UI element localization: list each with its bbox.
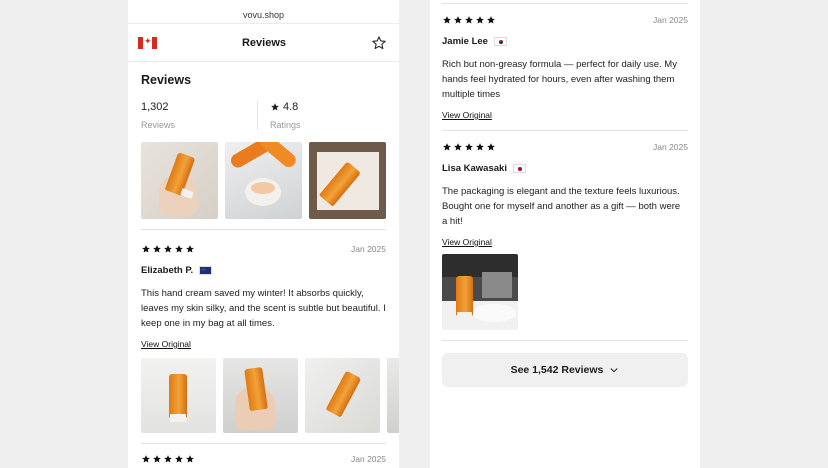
see-all-reviews-button[interactable]: See 1,542 Reviews [442, 353, 688, 387]
review-date: Jan 2025 [653, 15, 688, 25]
review-date: Jan 2025 [351, 244, 386, 254]
star-icon [476, 16, 484, 24]
star-icon [443, 16, 451, 24]
ca-flag-icon[interactable] [138, 36, 157, 49]
view-original-link[interactable]: View Original [442, 237, 688, 247]
review-card: Jan 2025 Elizabeth P. This hand cream sa… [141, 229, 399, 444]
star-icon [443, 143, 451, 151]
view-original-link[interactable]: View Original [141, 339, 386, 349]
star-icon [153, 245, 161, 253]
star-icon [454, 16, 462, 24]
rating-stat: 4.8 Ratings [257, 101, 386, 130]
star-icon [271, 103, 279, 111]
star-icon [454, 143, 462, 151]
hand-holding-tube-photo[interactable] [141, 142, 218, 219]
review-text: The packaging is elegant and the texture… [442, 186, 681, 227]
star-icon [153, 455, 161, 463]
review-count-label: Reviews [141, 120, 176, 130]
star-outline-icon[interactable] [371, 35, 387, 51]
review-date: Jan 2025 [351, 454, 386, 464]
view-original-link[interactable]: View Original [442, 110, 688, 130]
review-count: 1,302 [141, 101, 169, 113]
star-icon [175, 245, 183, 253]
page-title: Reviews [241, 36, 287, 49]
see-all-label: See 1,542 Reviews [510, 364, 604, 376]
star-icon [142, 455, 150, 463]
url-bar[interactable]: vovu.shop [128, 0, 399, 24]
review-photo[interactable] [442, 254, 518, 330]
star-rating [141, 244, 195, 254]
review-photo[interactable] [305, 358, 380, 433]
app-bar: Reviews [128, 24, 399, 62]
reviewer-name: Jamie Lee [442, 36, 488, 47]
au-flag-icon [199, 266, 213, 275]
star-icon [476, 143, 484, 151]
chevron-down-icon [610, 368, 618, 373]
star-icon [487, 143, 495, 151]
star-rating [442, 15, 496, 25]
jp-flag-icon [512, 164, 526, 173]
kr-flag-icon [493, 37, 507, 46]
section-title: Reviews [141, 73, 192, 87]
review-photo[interactable] [387, 358, 399, 433]
review-photo[interactable] [223, 358, 298, 433]
review-photo[interactable] [141, 358, 216, 433]
star-icon [487, 16, 495, 24]
review-photo-strip [141, 358, 399, 443]
rating-value: 4.8 [283, 101, 299, 113]
star-icon [186, 455, 194, 463]
star-icon [465, 143, 473, 151]
review-card: Jan 2025 [141, 444, 386, 464]
reviewer-name: Elizabeth P. [141, 265, 194, 276]
unboxing-photo[interactable] [309, 142, 386, 219]
star-icon [142, 245, 150, 253]
rating-label: Ratings [270, 120, 301, 130]
review-photo-strip [442, 254, 688, 340]
review-count-stat: 1,302 Reviews [141, 101, 257, 130]
star-rating [141, 454, 195, 464]
star-rating [442, 142, 496, 152]
carrots-and-cream-photo[interactable] [225, 142, 302, 219]
star-icon [186, 245, 194, 253]
review-text: This hand cream saved my winter! It abso… [141, 288, 386, 329]
review-card: Jan 2025 Lisa Kawasaki The packaging is … [442, 131, 688, 341]
review-card: Jan 2025 Jamie Lee Rich but non-greasy f… [442, 4, 688, 131]
summary-photo-strip [128, 130, 399, 219]
star-icon [465, 16, 473, 24]
review-date: Jan 2025 [653, 142, 688, 152]
review-text: Rich but non-greasy formula — perfect fo… [442, 59, 677, 100]
star-icon [175, 455, 183, 463]
review-stats: 1,302 Reviews 4.8 Ratings [141, 101, 386, 130]
reviews-screen-left: vovu.shop Reviews Reviews 1,302 Reviews … [128, 0, 399, 468]
star-icon [164, 245, 172, 253]
reviewer-name: Lisa Kawasaki [442, 163, 507, 174]
star-icon [164, 455, 172, 463]
reviews-screen-right: Jan 2025 Jamie Lee Rich but non-greasy f… [430, 0, 700, 468]
